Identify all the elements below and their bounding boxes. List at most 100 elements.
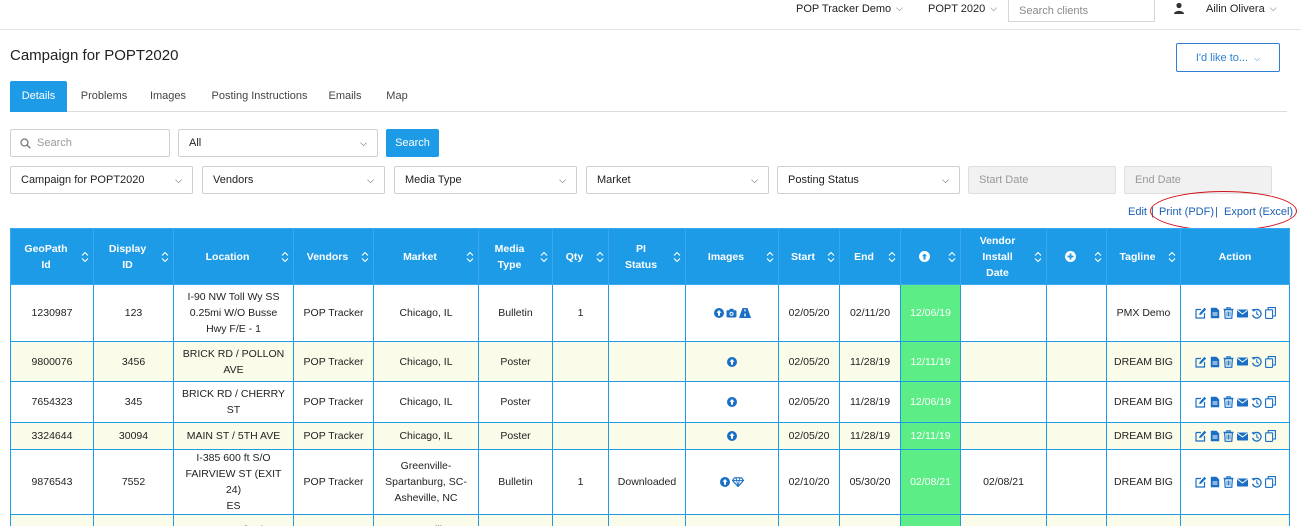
col-display-id[interactable]: Display ID [93, 228, 174, 285]
copy-icon[interactable] [1264, 354, 1276, 370]
qty-cell [552, 381, 609, 423]
tab-posting-instructions[interactable]: Posting Instructions [204, 81, 315, 112]
media-type-select[interactable]: Media Type ⌵ [394, 166, 577, 194]
col-pi-status[interactable]: PI Status [608, 228, 686, 285]
campaign-select-value: Campaign for POPT2020 [21, 174, 145, 186]
table-row[interactable]: 9876543 7552 I-385 600 ft S/O FAIRVIEW ST (… [10, 449, 1290, 515]
document-icon[interactable] [1210, 354, 1220, 370]
scope-select[interactable]: All ⌵ [178, 129, 378, 157]
trash-icon[interactable] [1223, 305, 1234, 321]
tab-details[interactable]: Details [10, 81, 67, 112]
col-vendor-install-date[interactable]: Vendor Install Date [960, 228, 1047, 285]
images-cell [685, 284, 779, 342]
display-id-cell: 30094 [93, 422, 174, 450]
edit-icon[interactable] [1194, 474, 1207, 490]
edit-icon[interactable] [1194, 354, 1207, 370]
chevron-down-icon: ⌵ [559, 175, 566, 185]
app-menu[interactable]: POP Tracker Demo ⌵ [796, 0, 903, 18]
vendor-install-date-cell: 02/08/21 [960, 449, 1047, 515]
history-icon[interactable] [1250, 394, 1262, 410]
col-market[interactable]: Market [373, 228, 479, 285]
email-icon[interactable] [1236, 394, 1248, 410]
tab-images[interactable]: Images [142, 81, 194, 112]
start-date-cell: 02/05/20 [778, 284, 840, 342]
col-geopath-id[interactable]: GeoPath Id [10, 228, 94, 285]
location-cell-line: FAIRVIEW ST (EXIT 24) [185, 468, 282, 496]
sort-icon [281, 251, 289, 262]
col-tagline[interactable]: Tagline [1106, 228, 1181, 285]
campaign-select[interactable]: Campaign for POPT2020 ⌵ [10, 166, 193, 194]
copy-icon[interactable] [1264, 394, 1276, 410]
col-media-type[interactable]: Media Type [478, 228, 553, 285]
document-icon[interactable] [1210, 428, 1220, 444]
sort-icon [361, 251, 369, 262]
document-icon[interactable] [1210, 394, 1220, 410]
edit-icon[interactable] [1194, 394, 1207, 410]
email-icon[interactable] [1236, 305, 1248, 321]
upload-icon[interactable] [713, 305, 724, 321]
upload-date-cell: 12/11/19 [900, 422, 961, 450]
tagline-cell: DREAM BIG [1106, 381, 1181, 423]
sort-icon [596, 251, 604, 262]
email-icon[interactable] [1236, 428, 1248, 444]
edit-icon[interactable] [1194, 428, 1207, 444]
vendors-select[interactable]: Vendors ⌵ [202, 166, 385, 194]
start-date-input[interactable]: Start Date [968, 166, 1116, 194]
email-icon[interactable] [1236, 354, 1248, 370]
col-start[interactable]: Start [778, 228, 840, 285]
trash-icon[interactable] [1223, 474, 1234, 490]
trash-icon[interactable] [1223, 394, 1234, 410]
search-input[interactable]: Search [10, 129, 170, 157]
copy-icon[interactable] [1264, 474, 1276, 490]
history-icon[interactable] [1250, 305, 1262, 321]
edit-icon[interactable] [1194, 305, 1207, 321]
document-icon[interactable] [1210, 305, 1220, 321]
history-icon[interactable] [1250, 428, 1262, 444]
campaign-menu[interactable]: POPT 2020 ⌵ [928, 0, 997, 18]
document-icon[interactable] [1210, 474, 1220, 490]
table-row[interactable]: 9800076 3456 BRICK RD / POLLON AVE POP Track… [10, 341, 1290, 382]
copy-icon[interactable] [1264, 428, 1276, 444]
history-icon[interactable] [1250, 354, 1262, 370]
upload-icon[interactable] [727, 394, 737, 410]
user-menu[interactable]: Ailin Olivera ⌵ [1206, 0, 1277, 18]
history-icon[interactable] [1250, 474, 1262, 490]
col-end[interactable]: End [839, 228, 901, 285]
header-label: Id [41, 258, 51, 271]
col-images[interactable]: Images [685, 228, 779, 285]
upload-icon[interactable] [727, 428, 737, 444]
media-type-cell: Bulletin [478, 284, 553, 342]
client-search-input[interactable] [1008, 0, 1155, 22]
col-vendors[interactable]: Vendors [293, 228, 374, 285]
table-row[interactable]: 3324644 30094 MAIN ST / 5TH AVE POP Tracker… [10, 422, 1290, 450]
market-select[interactable]: Market ⌵ [586, 166, 769, 194]
camera-icon[interactable] [726, 305, 737, 321]
user-icon[interactable] [1173, 2, 1185, 14]
images-cell [685, 514, 779, 526]
diamond-icon[interactable] [732, 474, 744, 490]
col-qty[interactable]: Qty [552, 228, 609, 285]
table-row[interactable]: 1230987 123 I-90 NW Toll Wy SS 0.25mi W/O B… [10, 284, 1290, 342]
tab-emails[interactable]: Emails [323, 81, 367, 112]
action-menu-button[interactable]: I'd like to... ⌵ [1176, 43, 1280, 72]
posting-status-select[interactable]: Posting Status ⌵ [777, 166, 960, 194]
edit-link[interactable]: Edit [1128, 206, 1147, 218]
search-button[interactable]: Search [386, 129, 439, 157]
market-cell-line: Chicago, IL [399, 307, 453, 319]
end-date-input[interactable]: End Date [1124, 166, 1272, 194]
upload-icon[interactable] [727, 354, 737, 370]
copy-icon[interactable] [1264, 305, 1276, 321]
table-row[interactable]: I-385 600 ft S/O Greenville- [10, 514, 1290, 526]
trash-icon[interactable] [1223, 354, 1234, 370]
table-row[interactable]: 7654323 345 BRICK RD / CHERRY ST POP Tracker… [10, 381, 1290, 423]
tab-problems[interactable]: Problems [72, 81, 136, 112]
email-icon[interactable] [1236, 474, 1248, 490]
trash-icon[interactable] [1223, 428, 1234, 444]
col-plus[interactable] [1046, 228, 1107, 285]
upload-icon[interactable] [720, 474, 730, 490]
tab-map[interactable]: Map [380, 81, 414, 112]
road-icon[interactable] [738, 305, 751, 321]
col-upload-date[interactable] [900, 228, 961, 285]
col-location[interactable]: Location [173, 228, 294, 285]
vendor-install-date-cell [960, 381, 1047, 423]
